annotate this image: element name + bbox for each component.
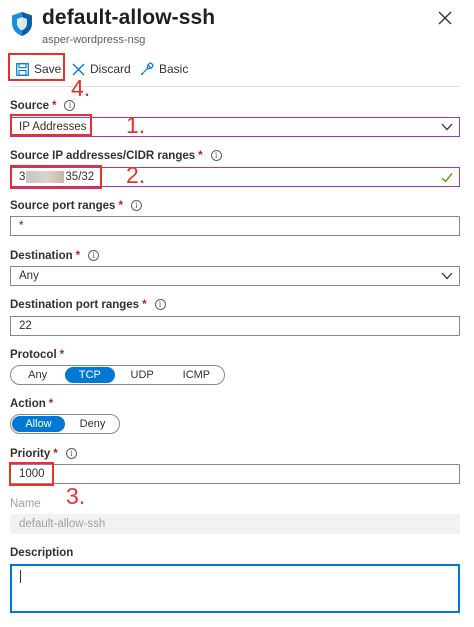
- required-marker: *: [75, 250, 81, 262]
- discard-label: Discard: [90, 62, 131, 76]
- shield-icon: [12, 12, 32, 36]
- action-option-allow[interactable]: Allow: [12, 416, 65, 432]
- destination-port-value: 22: [19, 320, 32, 332]
- info-icon[interactable]: i: [154, 299, 166, 310]
- chevron-down-icon: [441, 123, 453, 131]
- required-marker: *: [48, 398, 54, 410]
- info-icon[interactable]: i: [210, 150, 222, 161]
- chevron-down-icon: [441, 272, 453, 280]
- priority-label: Priority * i: [10, 448, 77, 460]
- page-title: default-allow-ssh: [42, 6, 216, 29]
- annotation-box-priority: [9, 462, 54, 486]
- text-cursor: [20, 570, 21, 583]
- info-icon[interactable]: i: [88, 250, 100, 261]
- annotation-step-2: 2.: [126, 162, 146, 188]
- destination-value: Any: [19, 270, 39, 282]
- blade-header: default-allow-ssh asper-wordpress-nsg: [0, 0, 474, 52]
- required-marker: *: [52, 100, 57, 112]
- description-label: Description: [10, 547, 74, 559]
- protocol-option-any[interactable]: Any: [12, 367, 63, 383]
- protocol-toggle: Any TCP UDP ICMP: [10, 365, 225, 385]
- checkmark-icon: [441, 173, 453, 183]
- required-marker: *: [53, 448, 58, 460]
- required-marker: *: [198, 150, 203, 162]
- destination-label: Destination * i: [10, 250, 100, 262]
- close-icon[interactable]: [437, 10, 453, 26]
- protocol-label: Protocol *: [10, 349, 65, 361]
- annotation-step-1: 1.: [126, 112, 146, 138]
- page-subtitle: asper-wordpress-nsg: [42, 34, 146, 46]
- wrench-icon: [141, 62, 154, 75]
- required-marker: *: [118, 200, 123, 212]
- action-label: Action *: [10, 398, 54, 410]
- name-input: default-allow-ssh: [10, 514, 460, 534]
- protocol-option-tcp[interactable]: TCP: [65, 367, 115, 383]
- info-icon[interactable]: i: [130, 200, 142, 211]
- info-icon[interactable]: i: [65, 448, 77, 459]
- source-port-input[interactable]: *: [10, 216, 460, 236]
- protocol-option-icmp[interactable]: ICMP: [170, 367, 223, 383]
- description-textarea[interactable]: [10, 564, 460, 613]
- destination-select[interactable]: Any: [10, 266, 460, 286]
- action-option-deny[interactable]: Deny: [67, 416, 118, 432]
- destination-port-input[interactable]: 22: [10, 316, 460, 336]
- annotation-box-source-ip: [10, 165, 102, 189]
- source-port-value: *: [19, 220, 24, 232]
- name-label: Name: [10, 498, 41, 510]
- annotation-step-4: 4.: [71, 75, 91, 101]
- required-marker: *: [59, 349, 65, 361]
- protocol-option-udp[interactable]: UDP: [117, 367, 168, 383]
- name-value: default-allow-ssh: [19, 518, 106, 530]
- priority-input[interactable]: 1000: [10, 464, 460, 484]
- action-toggle: Allow Deny: [10, 414, 120, 434]
- annotation-step-3: 3.: [66, 483, 86, 509]
- annotation-box-save: [8, 53, 65, 81]
- basic-button[interactable]: Basic: [140, 58, 188, 80]
- required-marker: *: [142, 299, 147, 311]
- source-ip-label: Source IP addresses/CIDR ranges * i: [10, 150, 222, 162]
- discard-icon: [72, 63, 85, 75]
- source-label: Source * i: [10, 100, 76, 112]
- source-port-label: Source port ranges * i: [10, 200, 142, 212]
- basic-label: Basic: [159, 62, 189, 76]
- destination-port-label: Destination port ranges * i: [10, 299, 166, 311]
- annotation-box-source: [10, 114, 92, 136]
